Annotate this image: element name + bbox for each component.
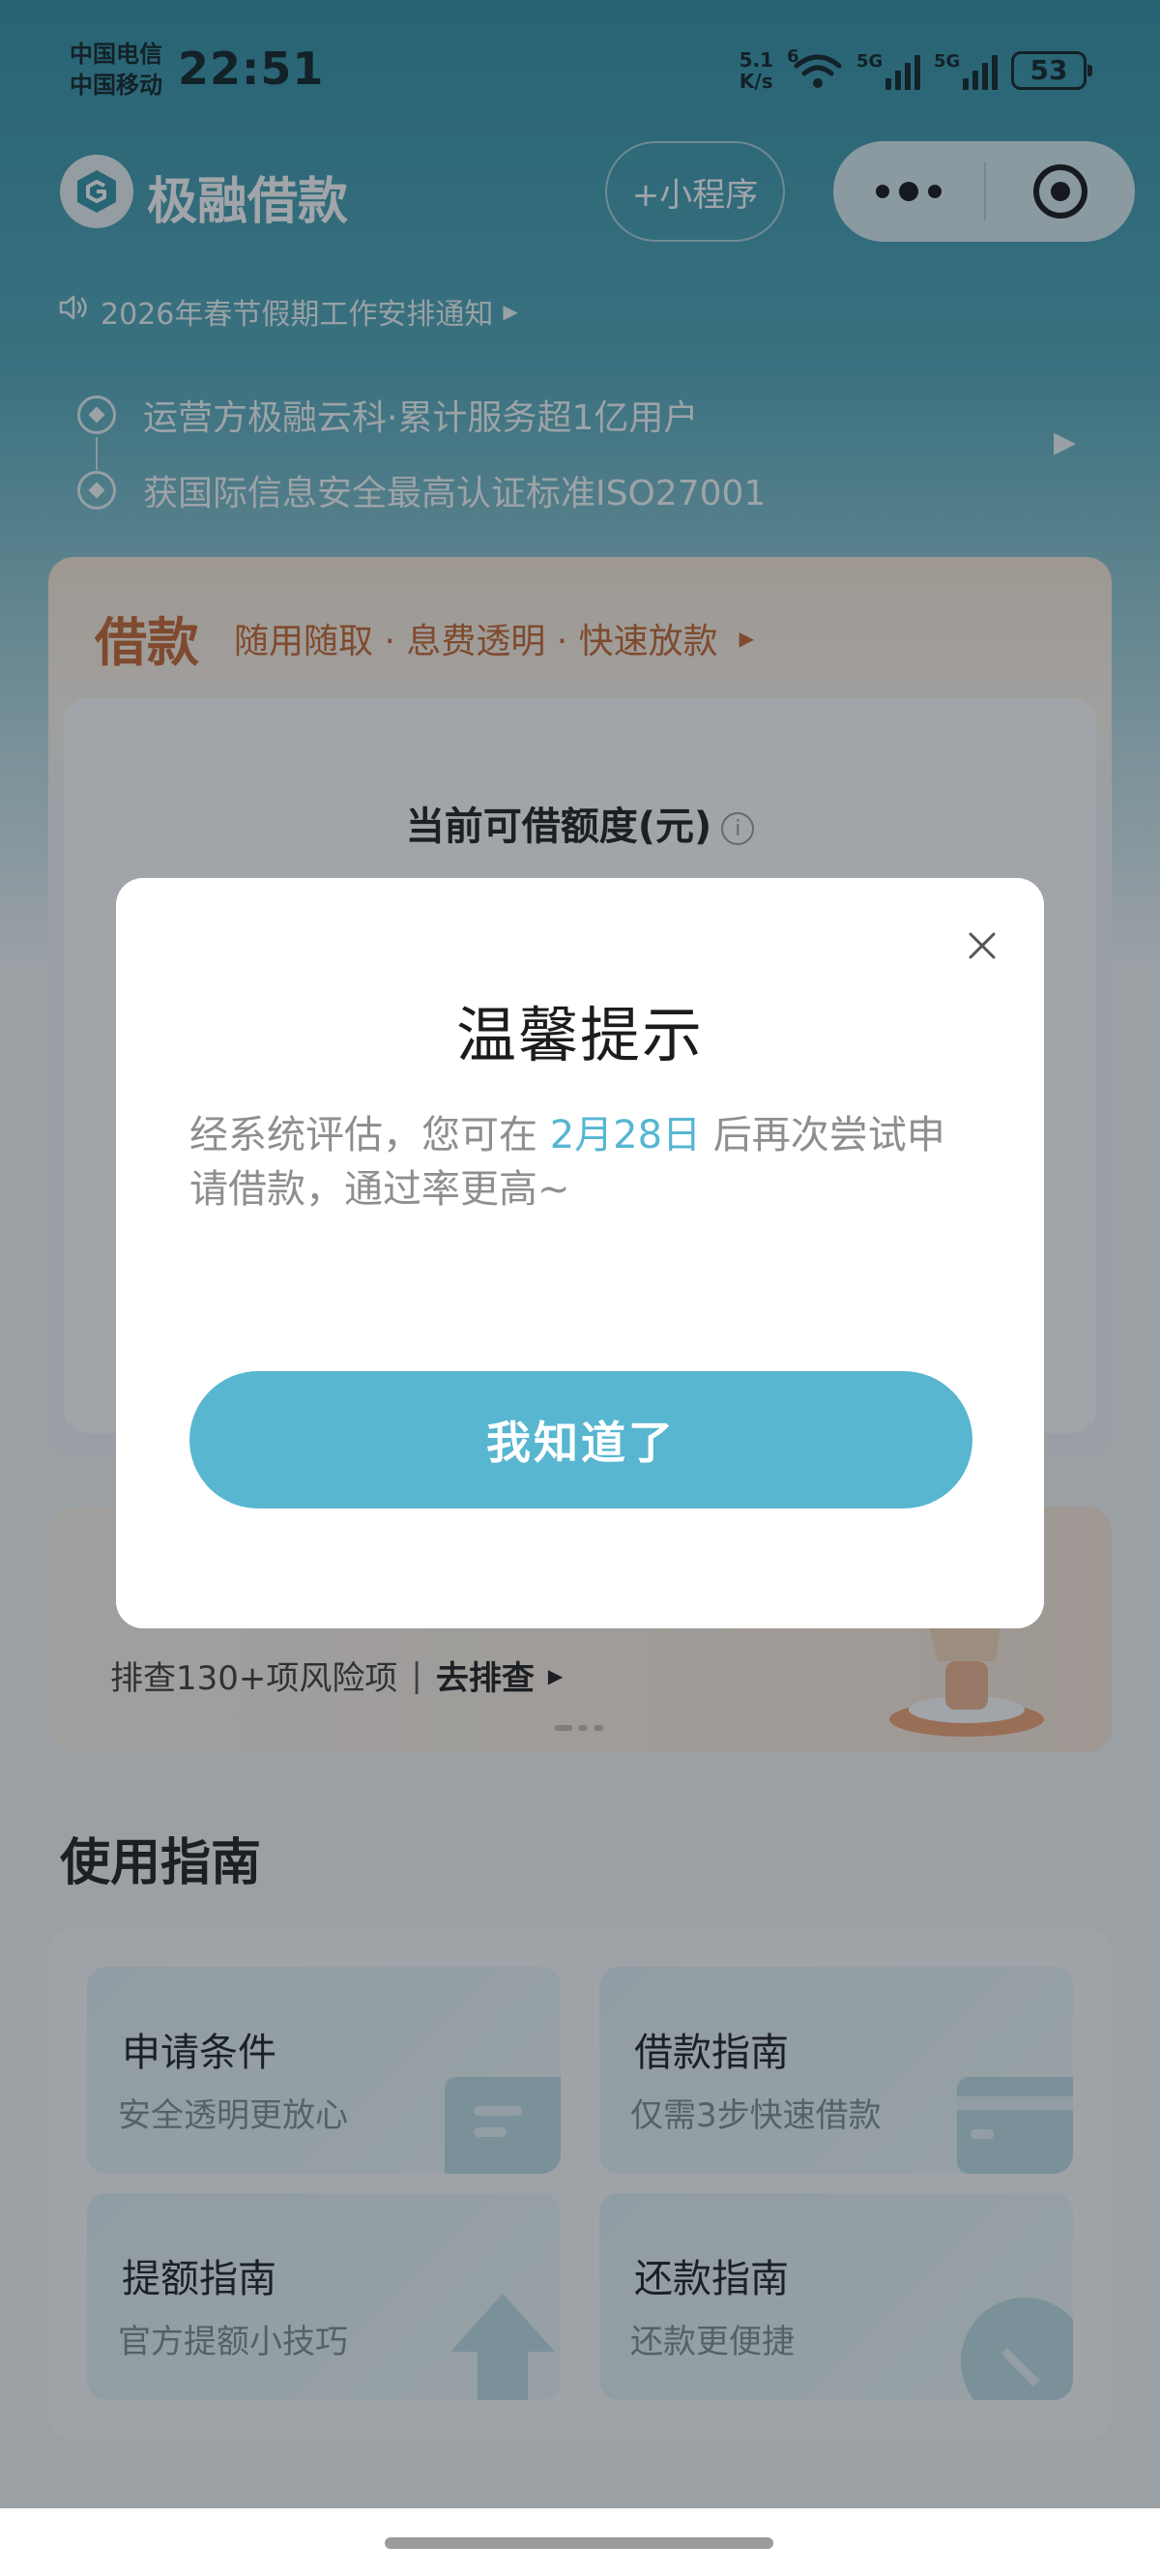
- dialog-date: 2月28日: [549, 1113, 702, 1157]
- close-icon[interactable]: [953, 917, 1011, 975]
- confirm-button[interactable]: 我知道了: [189, 1371, 972, 1508]
- dialog-title: 温馨提示: [455, 1000, 704, 1070]
- navigation-bar: [0, 2508, 1160, 2576]
- home-indicator[interactable]: [385, 2537, 773, 2549]
- tip-dialog: 温馨提示 经系统评估，您可在 2月28日 后再次尝试申请借款，通过率更高~ 我知…: [116, 878, 1044, 1628]
- dialog-message-prefix: 经系统评估，您可在: [189, 1113, 550, 1157]
- dialog-message: 经系统评估，您可在 2月28日 后再次尝试申请借款，通过率更高~: [189, 1108, 982, 1216]
